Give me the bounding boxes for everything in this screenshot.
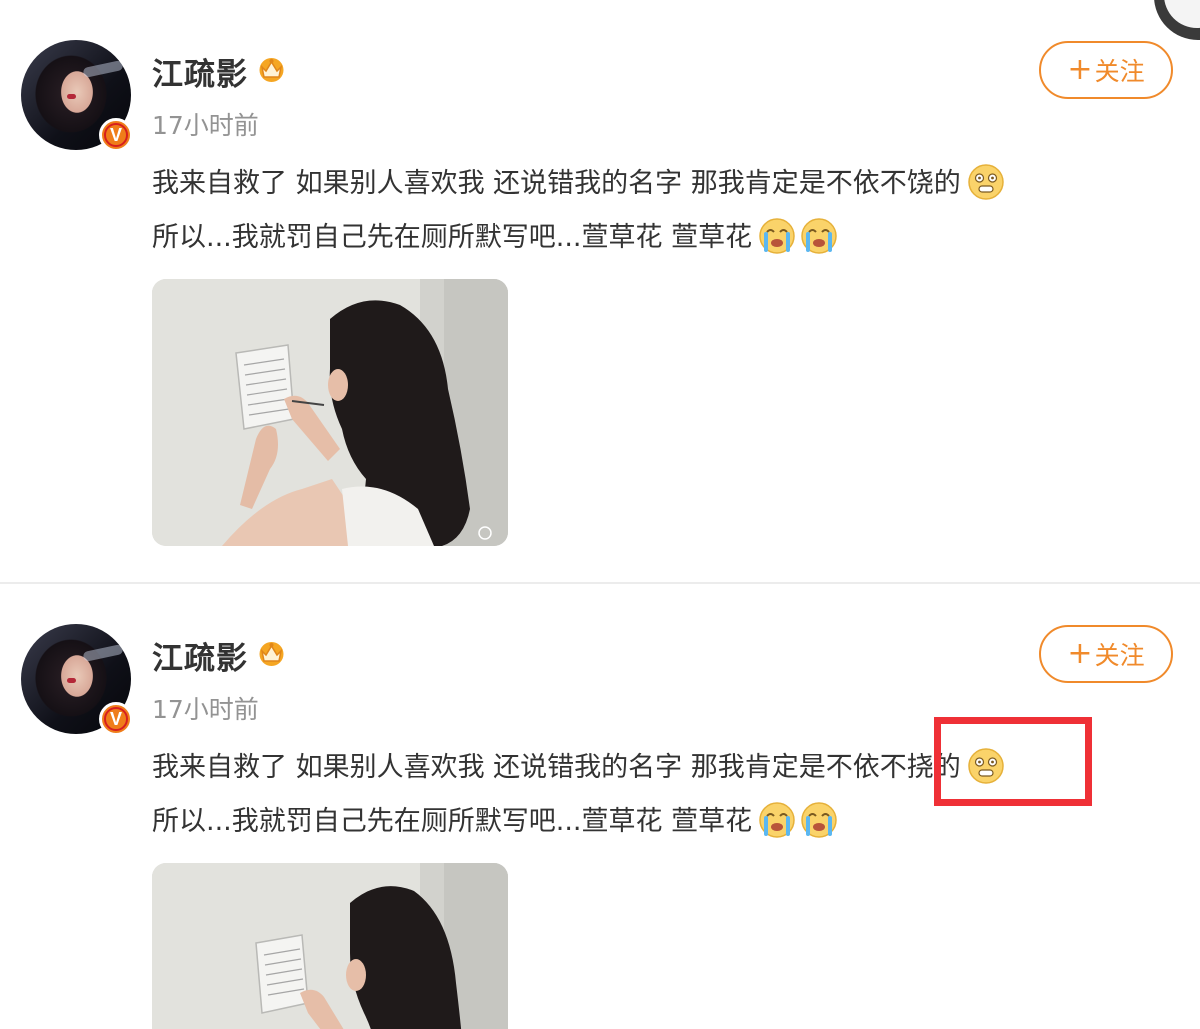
follow-label: 关注 [1094, 641, 1145, 670]
post-text-segment: 我来自救了 如果别人喜欢我 还说错我的名字 那我肯定是不依不饶的 [152, 168, 961, 199]
photo-woman-writing-on-wall [152, 863, 508, 1029]
post-timestamp[interactable]: 17小时前 [152, 690, 259, 726]
post-text-segment: 所以...我就罚自己先在厕所默写吧...萱草花 萱草花 [152, 222, 753, 253]
post-text-segment: 我来自救了 如果别人喜欢我 还说错我的名字 那我肯定是 [152, 752, 826, 783]
post-text-line: 所以...我就罚自己先在厕所默写吧...萱草花 萱草花 [152, 211, 1162, 265]
post-card: V 江疏影 17小时前 + 关注 我来自救了 如果别人喜欢我 还说错我的名字 那… [0, 0, 1200, 582]
post-text-segment: 所以...我就罚自己先在厕所默写吧...萱草花 萱草花 [152, 806, 753, 837]
verified-badge-icon: V [99, 702, 133, 736]
crying-face-icon [759, 217, 795, 254]
crying-face-icon [801, 801, 837, 838]
post-photo[interactable] [152, 279, 508, 546]
follow-button[interactable]: + 关注 [1039, 625, 1173, 683]
crying-face-icon [759, 801, 795, 838]
post-timestamp[interactable]: 17小时前 [152, 106, 259, 142]
dizzy-face-icon [968, 163, 1004, 200]
username[interactable]: 江疏影 [152, 633, 248, 678]
weibo-feed: V 江疏影 17小时前 + 关注 我来自救了 如果别人喜欢我 还说错我的名字 那… [0, 0, 1200, 1029]
follow-label: 关注 [1094, 57, 1145, 86]
post-text: 我来自救了 如果别人喜欢我 还说错我的名字 那我肯定是不依不饶的 所以...我就… [152, 157, 1162, 265]
post-text-line: 我来自救了 如果别人喜欢我 还说错我的名字 那我肯定是不依不饶的 [152, 157, 1162, 211]
member-crown-icon [259, 58, 284, 82]
verified-badge-icon: V [99, 118, 133, 152]
post-card: V 江疏影 17小时前 + 关注 我来自救了 如果别人喜欢我 还说错我的名字 那… [0, 584, 1200, 1029]
plus-icon: + [1067, 52, 1093, 87]
red-highlight-box [934, 717, 1092, 806]
post-photo[interactable] [152, 863, 508, 1029]
plus-icon: + [1067, 636, 1093, 671]
member-crown-icon [259, 642, 284, 666]
photo-woman-writing-on-wall [152, 279, 508, 546]
crying-face-icon [801, 217, 837, 254]
follow-button[interactable]: + 关注 [1039, 41, 1173, 99]
username[interactable]: 江疏影 [152, 49, 248, 94]
